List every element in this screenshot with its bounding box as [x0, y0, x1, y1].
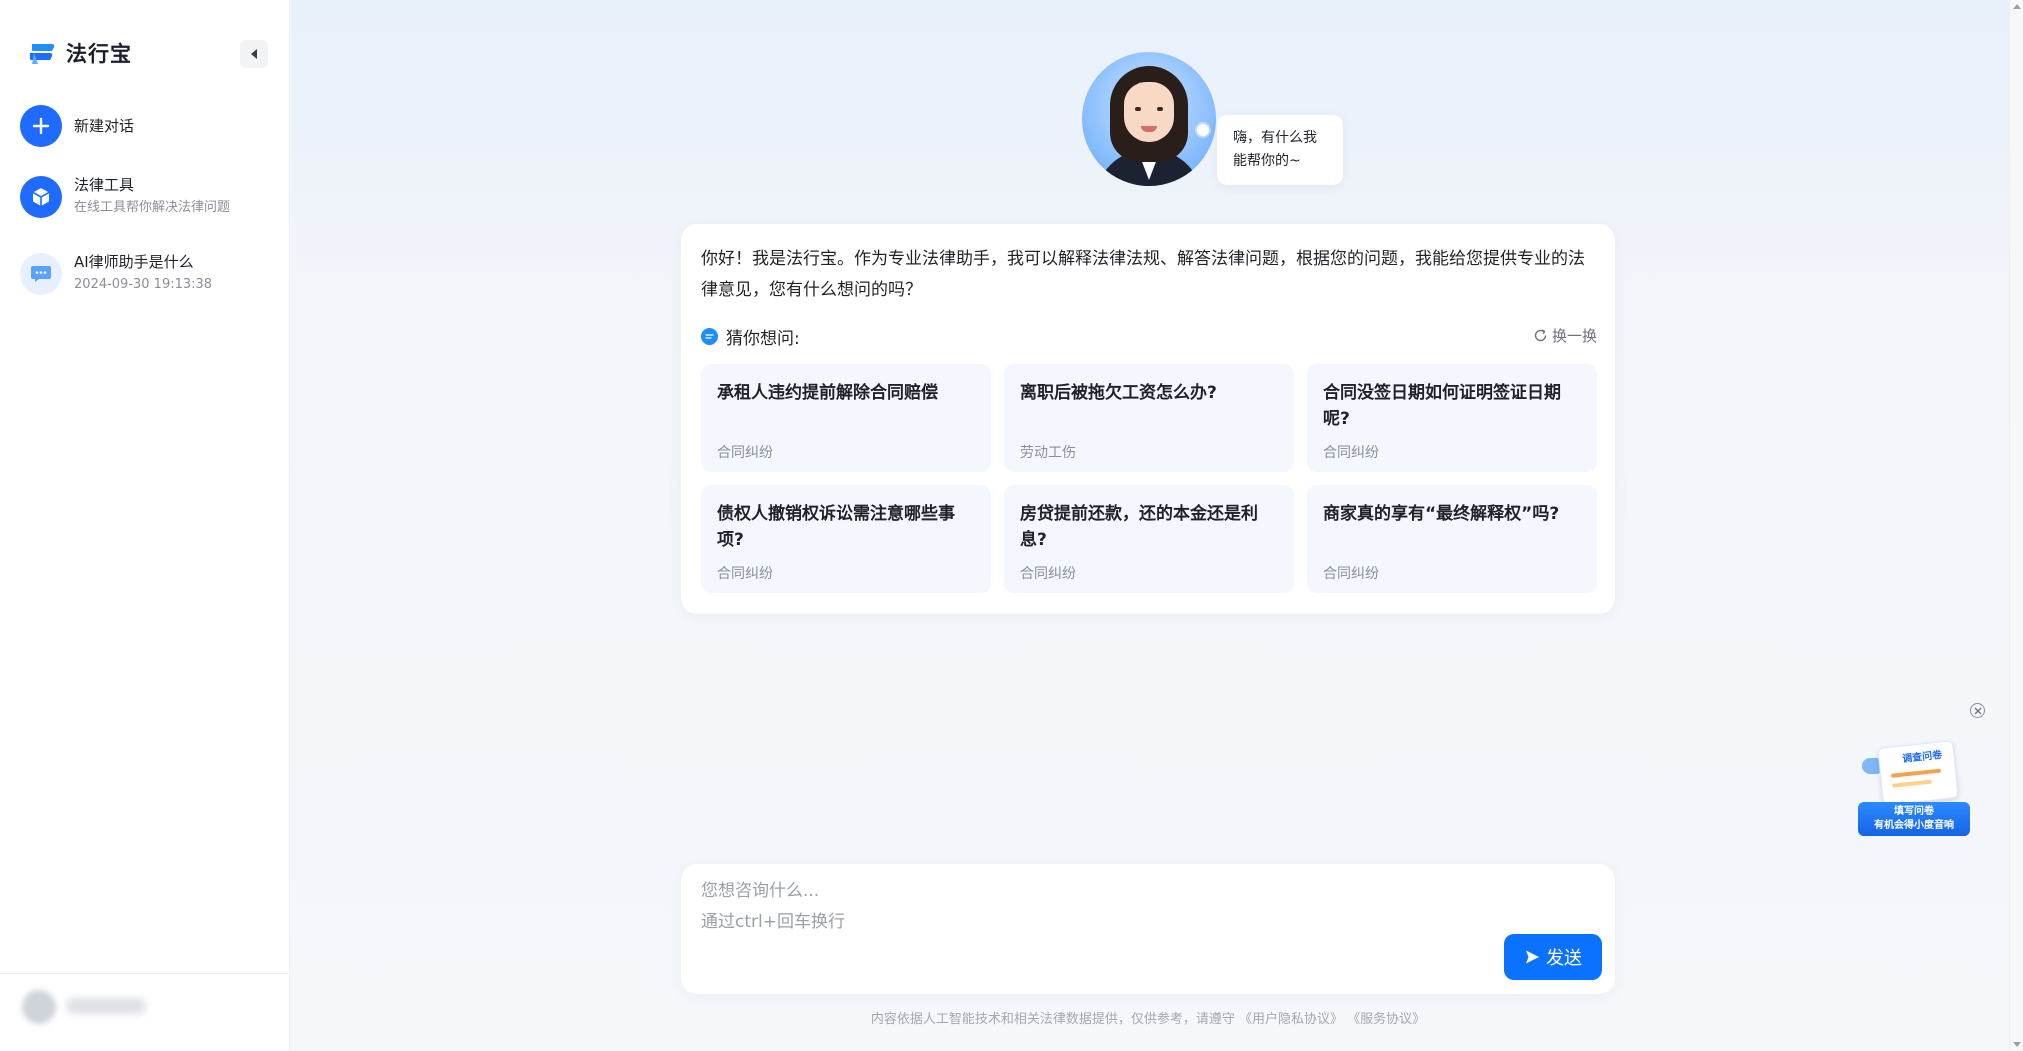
user-profile[interactable] — [0, 973, 290, 1051]
legal-tools-subtitle: 在线工具帮你解决法律问题 — [74, 200, 231, 215]
suggestions-heading: 猜你想问: — [701, 324, 800, 349]
service-agreement-link[interactable]: 《服务协议》 — [1347, 1012, 1425, 1027]
new-chat-button[interactable]: 新建对话 — [20, 105, 134, 147]
suggestion-title: 承租人违约提前解除合同赔偿 — [717, 383, 938, 403]
send-label: 发送 — [1546, 948, 1582, 968]
legal-tools-item[interactable]: 法律工具 在线工具帮你解决法律问题 — [20, 175, 230, 218]
suggestions-heading-text: 猜你想问: — [726, 329, 800, 349]
suggestion-title: 离职后被拖欠工资怎么办? — [1020, 383, 1217, 403]
close-icon — [1974, 707, 1981, 714]
chat-input[interactable] — [701, 876, 1481, 946]
suggestion-card[interactable]: 商家真的享有“最终解释权”吗? 合同纠纷 — [1307, 485, 1597, 593]
suggestion-card[interactable]: 房贷提前还款，还的本金还是利息? 合同纠纷 — [1004, 485, 1294, 593]
suggestion-tag: 合同纠纷 — [717, 445, 773, 461]
history-title: AI律师助手是什么 — [74, 253, 194, 271]
privacy-policy-link[interactable]: 《用户隐私协议》 — [1239, 1012, 1343, 1027]
disclaimer-text: 内容依据人工智能技术和相关法律数据提供，仅供参考，请遵守 — [870, 1012, 1235, 1027]
brand-name: 法行宝 — [66, 42, 132, 66]
new-chat-label: 新建对话 — [74, 117, 135, 135]
suggestion-tag: 合同纠纷 — [1323, 566, 1379, 582]
online-indicator — [1197, 124, 1209, 136]
refresh-label: 换一换 — [1551, 327, 1597, 345]
history-time: 2024-09-30 19:13:38 — [74, 277, 213, 292]
brand[interactable]: 法行宝 — [28, 38, 132, 68]
assistant-avatar — [1082, 52, 1216, 186]
avatar — [22, 990, 56, 1024]
scroll-up-arrow-icon[interactable] — [2013, 4, 2021, 9]
scrollbar[interactable] — [2009, 0, 2023, 1051]
send-icon — [1526, 950, 1539, 964]
suggestion-tag: 合同纠纷 — [1020, 566, 1076, 582]
chat-bubble-icon — [20, 252, 62, 295]
sidebar: 法行宝 新建对话 法律工具 在线工具帮你解决法律问题 AI律师助手是什么 202… — [0, 0, 290, 1051]
caret-left-icon — [251, 49, 257, 59]
chat-icon — [701, 328, 718, 345]
suggestion-title: 债权人撤销权诉讼需注意哪些事项? — [717, 504, 955, 550]
survey-badge: 填写问卷 有机会得小度音响 — [1858, 802, 1970, 836]
suggestion-card[interactable]: 债权人撤销权诉讼需注意哪些事项? 合同纠纷 — [701, 485, 991, 593]
collapse-sidebar-button[interactable] — [240, 40, 268, 68]
history-item[interactable]: AI律师助手是什么 2024-09-30 19:13:38 — [20, 252, 212, 295]
brand-logo-icon — [29, 44, 55, 64]
survey-widget[interactable]: 调查问卷 填写问卷 有机会得小度音响 — [1858, 740, 1970, 840]
refresh-icon — [1534, 329, 1547, 342]
intro-message: 你好！我是法行宝。作为专业法律助手，我可以解释法律法规、解答法律问题，根据您的问… — [701, 249, 1585, 300]
suggestion-grid: 承租人违约提前解除合同赔偿 合同纠纷 离职后被拖欠工资怎么办? 劳动工伤 合同没… — [701, 364, 1597, 593]
suggestion-card[interactable]: 离职后被拖欠工资怎么办? 劳动工伤 — [1004, 364, 1294, 472]
scroll-down-arrow-icon[interactable] — [2013, 1042, 2021, 1047]
cube-icon — [20, 175, 62, 218]
composer: 发送 — [681, 864, 1615, 994]
suggestion-tag: 合同纠纷 — [1323, 445, 1379, 461]
suggestion-title: 合同没签日期如何证明签证日期呢? — [1323, 383, 1561, 429]
send-button[interactable]: 发送 — [1504, 934, 1602, 980]
suggestion-card[interactable]: 合同没签日期如何证明签证日期呢? 合同纠纷 — [1307, 364, 1597, 472]
disclaimer: 内容依据人工智能技术和相关法律数据提供，仅供参考，请遵守 《用户隐私协议》 《服… — [681, 1008, 1615, 1027]
user-name-redacted — [66, 998, 146, 1014]
refresh-suggestions-button[interactable]: 换一换 — [1533, 325, 1597, 346]
legal-tools-title: 法律工具 — [74, 176, 135, 194]
survey-line-2: 有机会得小度音响 — [1874, 820, 1954, 831]
greeting-bubble: 嗨，有什么我能帮你的~ — [1217, 115, 1343, 185]
suggestion-title: 房贷提前还款，还的本金还是利息? — [1020, 504, 1258, 550]
suggestion-tag: 合同纠纷 — [717, 566, 773, 582]
suggestion-tag: 劳动工伤 — [1020, 445, 1076, 461]
chat-main: 嗨，有什么我能帮你的~ 你好！我是法行宝。作为专业法律助手，我可以解释法律法规、… — [291, 0, 2023, 1051]
plus-icon — [20, 105, 62, 147]
suggestion-card[interactable]: 承租人违约提前解除合同赔偿 合同纠纷 — [701, 364, 991, 472]
survey-line-1: 填写问卷 — [1894, 806, 1934, 817]
suggestion-title: 商家真的享有“最终解释权”吗? — [1323, 504, 1560, 524]
welcome-card: 你好！我是法行宝。作为专业法律助手，我可以解释法律法规、解答法律问题，根据您的问… — [681, 224, 1615, 614]
close-survey-button[interactable] — [1970, 703, 1985, 718]
